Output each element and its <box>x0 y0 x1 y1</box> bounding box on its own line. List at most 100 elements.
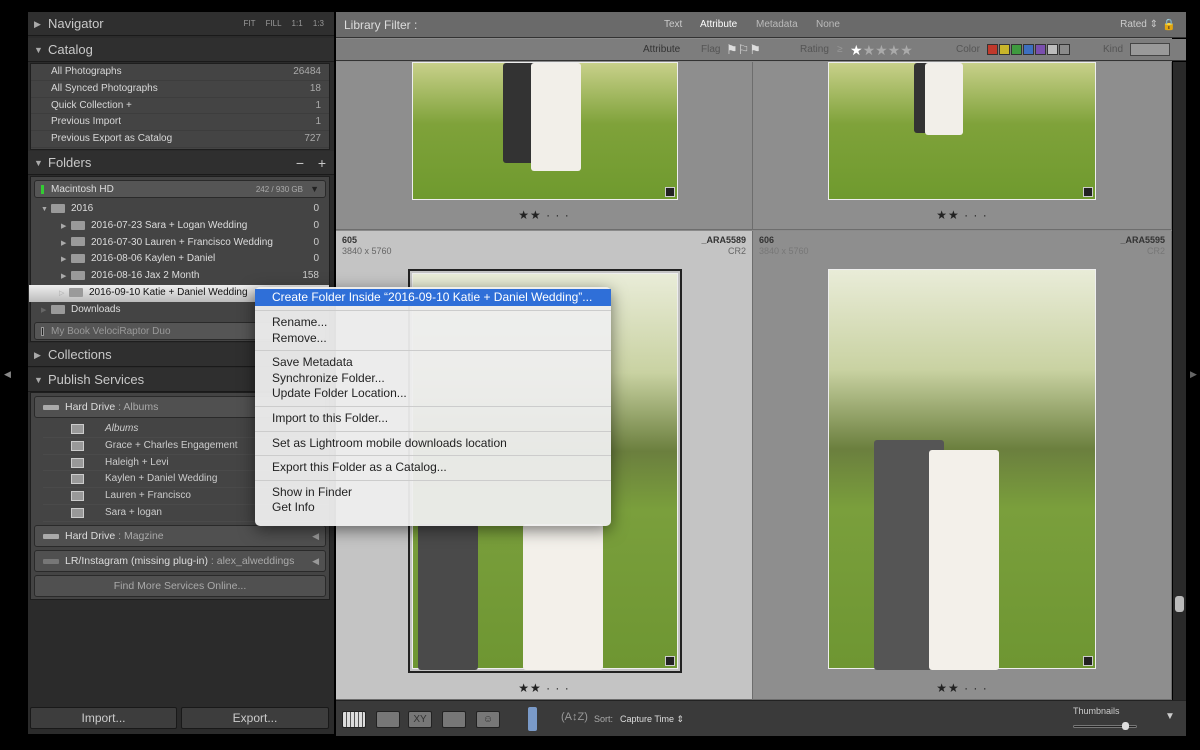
menu-divider <box>255 350 611 352</box>
expanded-triangle-icon: ▼ <box>41 206 48 213</box>
flag-filter-icons[interactable]: ⚑⚐⚑ <box>726 39 761 61</box>
grid-cell[interactable]: ★★ · · · <box>753 62 1172 230</box>
published-collection-icon <box>71 457 84 468</box>
volume-status-icon <box>41 185 44 194</box>
folder-item[interactable]: ▶ 2016-07-23 Sara + Logan Wedding 0 <box>31 218 329 235</box>
menu-item-remove[interactable]: Remove... <box>255 331 611 347</box>
rating-stars[interactable]: ★★ · · · <box>336 208 752 222</box>
toolbar-menu-icon[interactable]: ▼ <box>1165 711 1175 722</box>
export-button[interactable]: Export... <box>181 707 329 729</box>
grid-scrollbar[interactable] <box>1173 62 1186 700</box>
scrollbar-thumb[interactable] <box>1175 596 1184 612</box>
color-swatch[interactable] <box>1011 44 1022 55</box>
catalog-item-synced[interactable]: All Synced Photographs 18 <box>31 81 329 98</box>
zoom-options[interactable]: FIT FILL 1:1 1:3 <box>243 12 324 36</box>
left-panel-toggle-icon[interactable]: ◀ <box>4 369 11 380</box>
menu-item-update-folder-location[interactable]: Update Folder Location... <box>255 386 611 402</box>
thumbnail-size-slider[interactable] <box>1073 722 1137 730</box>
collapsed-triangle-icon: ▶ <box>61 222 67 230</box>
menu-divider <box>255 310 611 311</box>
color-swatch[interactable] <box>1035 44 1046 55</box>
folder-item[interactable]: ▶ 2016-07-30 Lauren + Francisco Wedding 0 <box>31 235 329 252</box>
collapsed-triangle-icon: ▶ <box>61 273 67 281</box>
menu-item-synchronize-folder[interactable]: Synchronize Folder... <box>255 371 611 387</box>
rating-stars[interactable]: ★★ · · · <box>336 681 752 695</box>
menu-item-create-folder-inside[interactable]: Create Folder Inside “2016-09-10 Katie +… <box>255 289 611 306</box>
collapsed-triangle-icon: ▶ <box>41 306 47 314</box>
add-folder-button[interactable]: + <box>318 151 326 175</box>
menu-item-set-mobile-downloads[interactable]: Set as Lightroom mobile downloads locati… <box>255 436 611 452</box>
volume-status-icon <box>41 326 44 336</box>
color-swatch[interactable] <box>1047 44 1058 55</box>
catalog-header[interactable]: ▼ Catalog <box>28 38 334 62</box>
grid-view-icon[interactable] <box>342 711 366 728</box>
grid-cell[interactable]: ★★ · · · <box>336 62 753 230</box>
menu-item-save-metadata[interactable]: Save Metadata <box>255 355 611 371</box>
volume-macintosh-hd[interactable]: Macintosh HD 242 / 930 GB ▼ <box>34 180 326 198</box>
collapsed-triangle-icon: ▶ <box>34 19 41 29</box>
painter-spray-can-icon[interactable] <box>528 707 537 731</box>
missing-plugin-icon <box>43 558 59 564</box>
folder-icon <box>51 203 65 213</box>
lock-icon[interactable]: 🔒 <box>1162 12 1176 38</box>
expanded-triangle-icon: ▼ <box>34 45 43 55</box>
loupe-view-icon[interactable] <box>376 711 400 728</box>
menu-item-rename[interactable]: Rename... <box>255 315 611 331</box>
attribute-filter-bar: Attribute Flag ⚑⚐⚑ Rating ≥ ★★★★★ Color … <box>336 39 1186 61</box>
color-swatch[interactable] <box>1023 44 1034 55</box>
photo-thumbnail[interactable] <box>828 269 1096 670</box>
filter-tab-none[interactable]: None <box>816 12 840 38</box>
bottom-toolbar: XY ☺ (A↕Z) Sort: Capture Time ⇕ Thumbnai… <box>336 700 1186 736</box>
bride-figure <box>929 450 999 670</box>
folders-header[interactable]: ▼ Folders − + <box>28 151 334 175</box>
color-swatch[interactable] <box>999 44 1010 55</box>
published-collection-icon <box>71 474 84 485</box>
photo-thumbnail[interactable] <box>412 62 678 200</box>
folder-icon <box>51 304 65 314</box>
collapsed-triangle-icon: ▶ <box>61 239 67 247</box>
grid-cell[interactable]: 606 3840 x 5760 _ARA5595 CR2 ★★ · · · <box>753 231 1172 700</box>
catalog-item-all-photographs[interactable]: All Photographs 26484 <box>31 64 329 81</box>
menu-item-show-in-finder[interactable]: Show in Finder <box>255 485 611 501</box>
menu-item-export-as-catalog[interactable]: Export this Folder as a Catalog... <box>255 460 611 476</box>
color-swatch[interactable] <box>987 44 998 55</box>
rating-filter-stars[interactable]: ★★★★★ <box>850 39 913 61</box>
photo-thumbnail[interactable] <box>828 62 1096 200</box>
navigator-header[interactable]: ▶ Navigator FIT FILL 1:1 1:3 <box>28 12 334 36</box>
rating-stars[interactable]: ★★ · · · <box>753 681 1171 695</box>
color-swatch[interactable] <box>1059 44 1070 55</box>
compare-view-icon[interactable]: XY <box>408 711 432 728</box>
sort-dropdown[interactable]: Capture Time ⇕ <box>620 714 684 725</box>
folder-2016[interactable]: ▼ 2016 0 <box>31 201 329 218</box>
people-view-icon[interactable]: ☺ <box>476 711 500 728</box>
slider-thumb[interactable] <box>1122 722 1129 730</box>
edited-badge-icon <box>665 656 675 666</box>
collapse-arrow-icon: ◀ <box>312 530 319 541</box>
service-hard-drive-magzine[interactable]: Hard Drive : Magzine ◀ <box>34 524 326 547</box>
folder-item[interactable]: ▶ 2016-08-16 Jax 2 Month 158 <box>31 268 329 285</box>
library-filter-bar: Library Filter : Text Attribute Metadata… <box>336 12 1186 38</box>
edited-badge-icon <box>1083 187 1093 197</box>
catalog-item-quick-collection[interactable]: Quick Collection +1 <box>31 98 329 115</box>
folder-icon <box>71 254 85 264</box>
right-panel-toggle-icon[interactable]: ▶ <box>1190 369 1197 380</box>
service-lr-instagram[interactable]: LR/Instagram (missing plug-in) : alex_al… <box>34 549 326 572</box>
folder-item[interactable]: ▶ 2016-08-06 Kaylen + Daniel 0 <box>31 251 329 268</box>
filter-tab-metadata[interactable]: Metadata <box>756 12 798 38</box>
sort-direction-icon[interactable]: (A↕Z) <box>561 711 588 723</box>
catalog-item-previous-export[interactable]: Previous Export as Catalog 727 <box>31 131 329 148</box>
filter-tab-text[interactable]: Text <box>664 12 682 38</box>
menu-item-import-to-folder[interactable]: Import to this Folder... <box>255 411 611 427</box>
filter-tab-attribute[interactable]: Attribute <box>700 12 737 38</box>
menu-item-get-info[interactable]: Get Info <box>255 500 611 516</box>
import-button[interactable]: Import... <box>30 707 177 729</box>
rating-stars[interactable]: ★★ · · · <box>753 208 1171 222</box>
menu-divider <box>255 430 611 432</box>
filter-preset-dropdown[interactable]: Rated ⇕ <box>1120 12 1158 38</box>
survey-view-icon[interactable] <box>442 711 466 728</box>
find-more-services-button[interactable]: Find More Services Online... <box>34 574 326 597</box>
color-filter-swatches[interactable] <box>987 44 1070 55</box>
catalog-item-previous-import[interactable]: Previous Import 1 <box>31 114 329 132</box>
remove-folder-button[interactable]: − <box>296 151 304 175</box>
kind-filter-icons[interactable] <box>1130 43 1170 56</box>
